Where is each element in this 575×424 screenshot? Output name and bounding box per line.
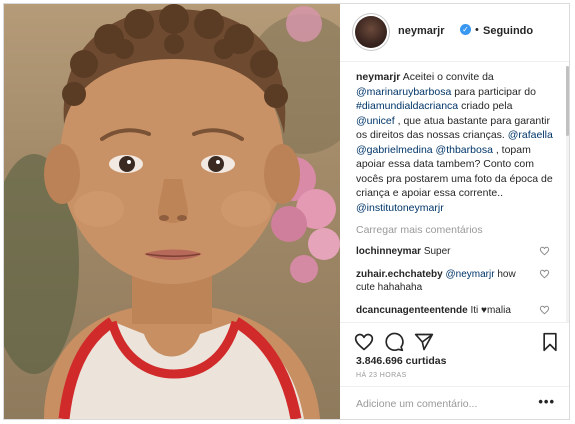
comment-username[interactable]: lochinneymar xyxy=(356,246,421,257)
caption-text: criado pela xyxy=(458,100,513,112)
comments-section[interactable]: neymarjr Aceitei o convite da @marinaruy… xyxy=(356,70,554,322)
caption-mention-link[interactable]: @unicef xyxy=(356,115,395,127)
post-side-panel: neymarjr ✓ • Seguindo neymarjr Aceitei o… xyxy=(340,4,569,419)
heart-icon[interactable] xyxy=(354,332,374,352)
caption-text: Aceitei o convite da xyxy=(400,71,494,83)
comment-list: lochinneymar Super zuhair.echchateby @ney… xyxy=(356,245,554,322)
caption-mention-link[interactable]: @rafaella xyxy=(508,129,553,141)
separator-dot: • xyxy=(475,24,479,36)
comment-mention-link[interactable]: @neymarjr xyxy=(445,269,494,280)
comment-row: zuhair.echchateby @neymarjr how cute hah… xyxy=(356,268,554,294)
more-options-button[interactable]: ••• xyxy=(538,394,555,409)
comment-username[interactable]: dcancunagenteentende xyxy=(356,305,468,316)
caption-mention-link[interactable]: @marinaruybarbosa xyxy=(356,86,451,98)
post-photo[interactable] xyxy=(4,4,340,419)
comment-like-heart-icon[interactable] xyxy=(539,246,550,256)
post-caption: neymarjr Aceitei o convite da @marinaruy… xyxy=(356,70,554,215)
caption-mention-link[interactable]: @institutoneymarjr xyxy=(356,202,444,214)
bookmark-icon[interactable] xyxy=(540,332,560,352)
caption-username[interactable]: neymarjr xyxy=(356,71,400,83)
comment-bubble-icon[interactable] xyxy=(384,332,404,352)
caption-text: para participar do xyxy=(451,85,536,98)
comment-like-heart-icon[interactable] xyxy=(539,269,550,279)
post-timestamp[interactable]: HÁ 23 HORAS xyxy=(356,372,407,379)
comment-username[interactable]: zuhair.echchateby xyxy=(356,269,443,280)
child-portrait-illustration xyxy=(4,4,340,419)
post-username[interactable]: neymarjr xyxy=(398,25,444,37)
comment-text: Iti ♥malia xyxy=(470,305,511,316)
verified-badge-icon: ✓ xyxy=(460,24,471,35)
avatar[interactable] xyxy=(355,16,387,48)
share-icon[interactable] xyxy=(414,332,434,352)
comment-text: Super xyxy=(423,246,451,257)
comment-row: dcancunagenteentende Iti ♥malia xyxy=(356,304,554,317)
comment-input[interactable] xyxy=(354,395,528,413)
comment-like-heart-icon[interactable] xyxy=(539,305,550,315)
post-header: neymarjr ✓ • Seguindo xyxy=(340,4,569,62)
likes-count[interactable]: 3.846.696 curtidas xyxy=(356,355,446,367)
caption-mention-link[interactable]: @gabrielmedina xyxy=(356,144,433,156)
caption-mention-link[interactable]: #diamundialdacrianca xyxy=(356,100,458,112)
comments-scrollbar-thumb[interactable] xyxy=(566,66,569,136)
load-more-comments-link[interactable]: Carregar mais comentários xyxy=(356,224,554,236)
following-button[interactable]: Seguindo xyxy=(483,25,533,37)
post-frame: neymarjr ✓ • Seguindo neymarjr Aceitei o… xyxy=(3,3,570,420)
comment-row: lochinneymar Super xyxy=(356,245,554,258)
add-comment-bar: ••• xyxy=(340,386,569,419)
caption-mention-link[interactable]: @thbarbosa xyxy=(436,144,493,156)
